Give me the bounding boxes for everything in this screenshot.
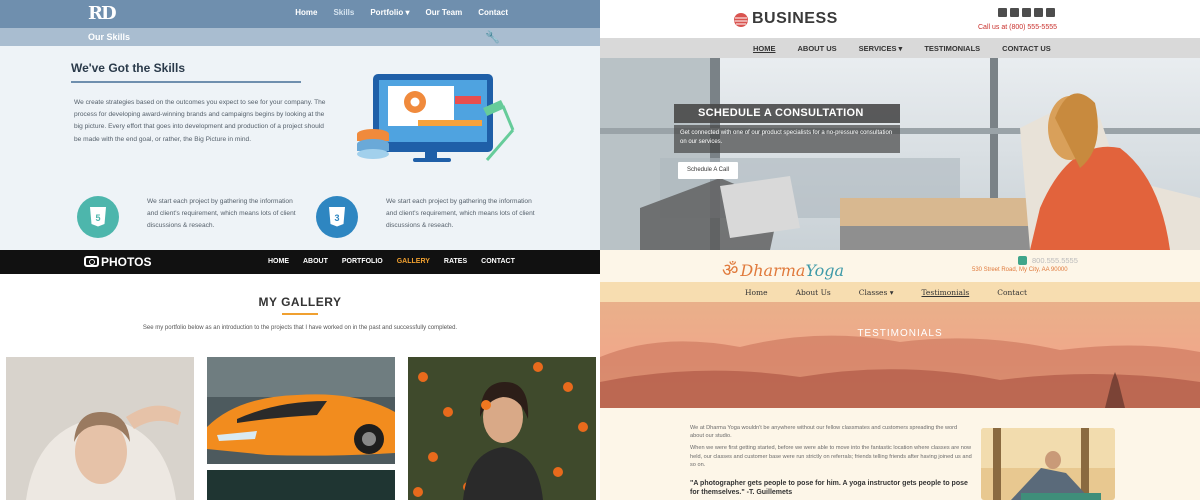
logo-word-yoga: Yoga	[805, 261, 845, 280]
html5-icon: 5	[77, 196, 119, 238]
rd-subheader-title: Our Skills	[88, 32, 131, 42]
yoga-nav-home[interactable]: Home	[745, 288, 768, 297]
yoga-address: 530 Street Road, My City, AA 90000	[972, 267, 1068, 273]
photos-navbar: PHOTOS HOME ABOUT PORTFOLIO GALLERY RATE…	[0, 250, 600, 274]
yoga-quote: "A photographer gets people to pose for …	[690, 480, 968, 496]
twitter-icon[interactable]	[1010, 8, 1019, 17]
business-phone: Call us at (800) 555-5555	[978, 24, 1057, 31]
gallery-title: MY GALLERY	[258, 295, 342, 309]
css3-icon: 3	[316, 196, 358, 238]
yoga-banner-title: TESTIMONIALS	[857, 328, 943, 339]
gallery-photo-woman-portrait[interactable]	[6, 357, 194, 500]
svg-text:5: 5	[95, 213, 100, 223]
photos-nav-contact[interactable]: CONTACT	[481, 258, 515, 265]
yoga-para-1: We at Dharma Yoga wouldn't be anywhere w…	[690, 425, 958, 440]
yoga-nav-about[interactable]: About Us	[796, 288, 831, 297]
rd-nav-skills[interactable]: Skills	[333, 8, 354, 17]
photos-gallery-page: PHOTOS HOME ABOUT PORTFOLIO GALLERY RATE…	[0, 250, 600, 500]
schedule-call-button[interactable]: Schedule A Call	[678, 162, 738, 179]
rd-nav-portfolio[interactable]: Portfolio ▾	[370, 8, 409, 17]
photos-nav-about[interactable]: ABOUT	[303, 258, 328, 265]
yoga-nav-classes[interactable]: Classes ▾	[859, 288, 894, 297]
dharma-yoga-page: ॐ DharmaYoga 800.555.5555 530 Street Road…	[600, 250, 1200, 500]
cta-description: Get connected with one of our product sp…	[674, 125, 900, 153]
business-logo[interactable]: BUSINESS	[752, 10, 838, 28]
rd-paragraph: We create strategies based on the outcom…	[74, 99, 326, 143]
photos-nav-gallery[interactable]: GALLERY	[397, 258, 430, 265]
yoga-nav-testimonials[interactable]: Testimonials	[922, 288, 970, 297]
photos-nav-portfolio[interactable]: PORTFOLIO	[342, 258, 383, 265]
cta-title: SCHEDULE A CONSULTATION	[674, 104, 900, 123]
rd-feature-2: We start each project by gathering the i…	[386, 198, 535, 230]
rd-logo[interactable]: RD	[88, 3, 117, 24]
rd-skills-page: RD Home Skills Portfolio ▾ Our Team Cont…	[0, 0, 600, 250]
rd-nav-home[interactable]: Home	[295, 8, 317, 17]
facebook-icon[interactable]	[998, 8, 1007, 17]
gallery-description: See my portfolio below as an introductio…	[142, 325, 458, 331]
yoga-nav-contact[interactable]: Contact	[997, 288, 1027, 297]
gallery-title-rule	[282, 313, 318, 315]
instagram-icon[interactable]	[1022, 8, 1031, 17]
business-nav-home[interactable]: HOME	[753, 44, 776, 53]
yoga-banner-image	[600, 302, 1200, 408]
rd-heading-rule	[71, 81, 301, 83]
office-hero-image	[600, 58, 1200, 250]
yoga-testimonial-body: We at Dharma Yoga wouldn't be anywhere w…	[690, 424, 972, 473]
rd-nav-team[interactable]: Our Team	[425, 8, 462, 17]
linkedin-icon[interactable]	[1046, 8, 1055, 17]
yoga-para-2: When we were first getting started, befo…	[690, 445, 972, 468]
svg-text:3: 3	[334, 213, 339, 223]
logo-word-dharma: Dharma	[740, 261, 806, 280]
business-navbar: HOME ABOUT US SERVICES ▾ TESTIMONIALS CO…	[600, 38, 1200, 58]
rd-nav-contact[interactable]: Contact	[478, 8, 508, 17]
photos-nav-home[interactable]: HOME	[268, 258, 289, 265]
rd-menu: Home Skills Portfolio ▾ Our Team Contact	[295, 8, 508, 17]
rd-navbar: RD Home Skills Portfolio ▾ Our Team Cont…	[0, 0, 600, 28]
gallery-photo-woman-flowers[interactable]	[408, 357, 596, 500]
social-links	[998, 8, 1055, 17]
yoga-pose-photo[interactable]	[981, 428, 1115, 500]
dharma-yoga-logo[interactable]: ॐ DharmaYoga	[722, 258, 844, 282]
wrench-icon: 🔧	[485, 30, 500, 44]
business-nav-services[interactable]: SERVICES ▾	[859, 44, 903, 53]
youtube-icon[interactable]	[1034, 8, 1043, 17]
yoga-navbar: Home About Us Classes ▾ Testimonials Con…	[600, 282, 1200, 302]
business-page: BUSINESS Call us at (800) 555-5555 HOME …	[600, 0, 1200, 250]
business-nav-contact[interactable]: CONTACT US	[1002, 44, 1051, 53]
camera-icon	[84, 256, 99, 267]
phone-icon	[1018, 256, 1027, 265]
gallery-photo-dark[interactable]	[207, 470, 395, 500]
photos-logo-text: PHOTOS	[101, 255, 152, 269]
rd-feature-1: We start each project by gathering the i…	[147, 198, 296, 230]
gallery-photo-orange-car[interactable]	[207, 357, 395, 464]
business-nav-testimonials[interactable]: TESTIMONIALS	[924, 44, 980, 53]
rd-heading: We've Got the Skills	[71, 61, 185, 75]
business-nav-about[interactable]: ABOUT US	[798, 44, 837, 53]
computer-illustration	[357, 74, 515, 162]
rd-subheader: Our Skills 🔧	[0, 28, 600, 46]
om-icon: ॐ	[722, 260, 739, 281]
yoga-phone: 800.555.5555	[1032, 256, 1078, 265]
photos-logo[interactable]: PHOTOS	[84, 255, 151, 269]
business-globe-icon	[734, 13, 748, 27]
photos-nav-rates[interactable]: RATES	[444, 258, 467, 265]
